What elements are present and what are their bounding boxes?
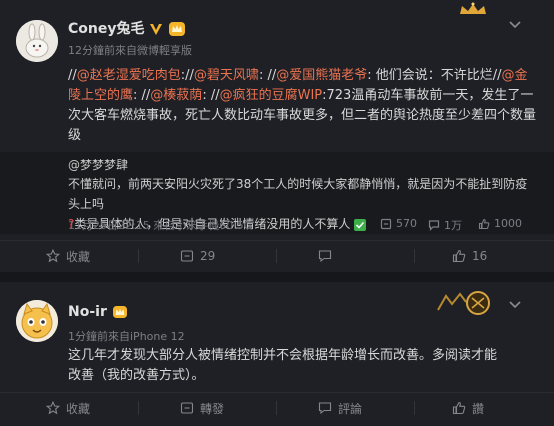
mention-link[interactable]: @赵老湿爱吃肉包 <box>77 68 181 83</box>
feed-card-2: No-ir 1分鐘前來自iPhone 12 这几年才发现大部分人被情绪控制并不会… <box>0 282 554 426</box>
decoration-badge-icon <box>437 291 490 315</box>
repost-count[interactable]: 570 <box>380 217 417 230</box>
repost-button[interactable]: 29 <box>180 246 215 266</box>
divider <box>0 392 554 393</box>
username-text[interactable]: No-ir <box>68 304 107 320</box>
repost-meta: 11月25日22:15 來自小米手機60 5G <box>68 219 253 232</box>
mention-link[interactable]: @碧天风啸 <box>194 68 259 83</box>
username[interactable]: Coney兔毛 <box>68 18 186 38</box>
chevron-down-icon[interactable] <box>508 300 522 310</box>
comment-count[interactable]: 1万 <box>428 217 462 233</box>
reposted-content[interactable]: @梦梦梦肆 不懂就问，前两天安阳火灾死了38个工人的时候大家都静悄悄，就是因为不… <box>0 152 554 234</box>
mention-link[interactable]: @楱菽荫 <box>150 88 202 103</box>
like-button[interactable]: 16 <box>452 246 487 266</box>
mention-link[interactable]: @疯狂的豆腐WIP <box>220 88 323 103</box>
repost-author[interactable]: @梦梦梦肆 <box>68 156 128 173</box>
decoration-crown-icon <box>460 2 486 14</box>
username[interactable]: No-ir <box>68 304 128 320</box>
post-text: //@赵老湿爱吃肉包://@碧天风啸: //@爱国熊猫老爷: 他们会说：不许比烂… <box>68 68 537 143</box>
repost-icon <box>180 402 194 414</box>
thumbs-up-icon <box>452 401 466 415</box>
post-meta: 1分鐘前來自iPhone 12 <box>68 330 185 343</box>
separator <box>414 249 415 263</box>
comment-icon <box>318 250 332 263</box>
feed-gap <box>0 272 554 282</box>
post-text: 这几年才发现大部分人被情绪控制并不会根据年龄增长而改善。多阅读才能改善（我的改善… <box>68 348 498 383</box>
separator <box>276 401 277 415</box>
separator <box>414 401 415 415</box>
avatar[interactable] <box>16 20 58 62</box>
avatar[interactable] <box>16 300 58 342</box>
comment-button[interactable]: 評論 <box>318 398 362 418</box>
favorite-button[interactable]: 收藏 <box>46 398 90 418</box>
repost-icon <box>180 250 194 262</box>
mention-link[interactable]: @爱国熊猫老爷 <box>276 68 367 83</box>
like-button[interactable]: 讚 <box>452 398 484 418</box>
check-mark-icon <box>354 218 367 231</box>
star-icon <box>46 249 60 263</box>
chevron-down-icon[interactable] <box>508 20 522 30</box>
divider <box>0 240 554 241</box>
post-meta: 12分鐘前來自微博輕享版 <box>68 44 192 57</box>
repost-icon <box>380 218 392 229</box>
separator <box>138 249 139 263</box>
separator <box>138 401 139 415</box>
verified-v-icon <box>150 24 163 35</box>
separator <box>276 249 277 263</box>
comment-button[interactable] <box>318 246 338 266</box>
vip-crown-icon <box>112 306 127 318</box>
comment-icon <box>428 220 440 231</box>
repost-button[interactable]: 轉發 <box>180 398 224 418</box>
like-count[interactable]: 1000 <box>478 217 522 230</box>
username-text[interactable]: Coney兔毛 <box>68 21 144 37</box>
thumbs-up-icon <box>452 249 466 263</box>
thumbs-up-icon <box>478 218 490 229</box>
feed-card-1: Coney兔毛 12分鐘前來自微博輕享版 //@赵老湿爱吃肉包://@碧天风啸:… <box>0 0 554 272</box>
comment-icon <box>318 402 332 415</box>
favorite-button[interactable]: 收藏 <box>46 246 90 266</box>
star-icon <box>46 401 60 415</box>
vip-crown-icon <box>169 22 186 36</box>
